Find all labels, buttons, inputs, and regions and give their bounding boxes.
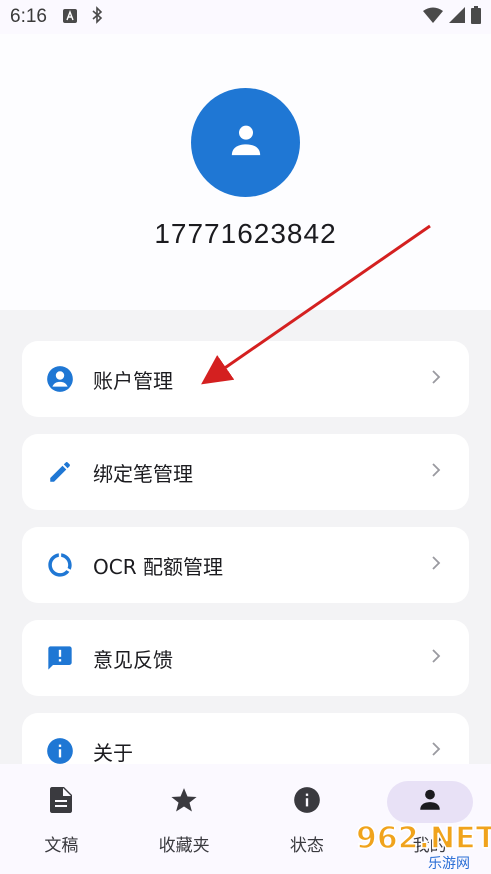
wifi-icon [423,7,443,27]
menu-item-label: OCR 配额管理 [93,554,223,579]
chevron-right-icon [431,648,441,668]
menu-item-label: 意见反馈 [93,647,173,672]
account-management-card[interactable]: 账户管理 [22,341,469,417]
chevron-right-icon [431,462,441,482]
bottom-navigation: 文稿 收藏夹 状态 我的 [0,764,491,874]
avatar[interactable] [191,88,300,197]
menu-item-label: 绑定笔管理 [93,461,193,486]
person-icon [226,121,266,165]
feedback-card[interactable]: 意见反馈 [22,620,469,696]
nav-label: 文稿 [44,836,79,856]
signal-icon [449,7,465,27]
bluetooth-icon [91,6,103,28]
document-icon [50,787,73,817]
info-icon [45,736,75,766]
quota-ring-icon [45,550,75,580]
nav-item-favorites[interactable]: 收藏夹 [123,764,246,874]
status-time: 6:16 [10,6,47,27]
profile-header: 17771623842 [0,34,491,310]
nav-label: 状态 [289,836,324,856]
pen-icon [45,457,75,487]
battery-icon [471,6,481,28]
chevron-right-icon [431,741,441,761]
nav-item-status[interactable]: 状态 [246,764,369,874]
pen-management-card[interactable]: 绑定笔管理 [22,434,469,510]
feedback-icon [45,643,75,673]
star-icon [170,786,198,818]
ocr-quota-card[interactable]: OCR 配额管理 [22,527,469,603]
account-circle-icon [45,364,75,394]
menu-item-label: 关于 [93,740,133,765]
nav-label: 我的 [412,836,447,856]
status-bar: 6:16 [0,0,491,34]
person-icon [417,787,443,817]
menu-item-label: 账户管理 [93,368,173,393]
phone-number: 17771623842 [154,218,337,249]
chevron-right-icon [431,555,441,575]
nav-item-documents[interactable]: 文稿 [0,764,123,874]
nav-item-mine[interactable]: 我的 [368,764,491,874]
chevron-right-icon [431,369,441,389]
nav-label: 收藏夹 [158,836,210,856]
info-icon [293,786,321,818]
font-a-icon [62,8,77,27]
